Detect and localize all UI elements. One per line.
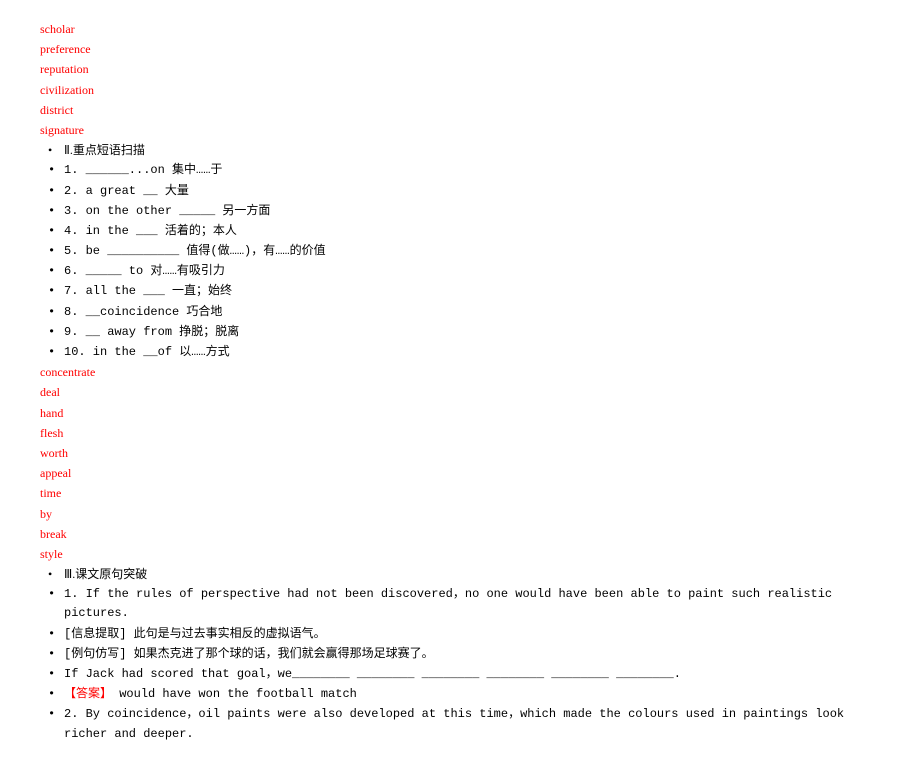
answer-text: would have won the football match — [112, 687, 357, 701]
vocab-word: preference — [40, 40, 880, 59]
phrase-item: 10. in the __of 以……方式 — [40, 343, 880, 362]
vocab-word: appeal — [40, 464, 880, 483]
section-header: Ⅱ.重点短语扫描 — [40, 141, 880, 160]
phrase-item: 6. _____ to 对……有吸引力 — [40, 262, 880, 281]
answer-line: 【答案】 would have won the football match — [40, 685, 880, 704]
vocab-word: deal — [40, 383, 880, 402]
sentence-original: 2. By coincidence，oil paints were also d… — [40, 705, 880, 743]
info-extract: [信息提取] 此句是与过去事实相反的虚拟语气。 — [40, 625, 880, 644]
vocab-word: by — [40, 505, 880, 524]
phrase-item: 1. ______...on 集中……于 — [40, 161, 880, 180]
vocab-word: flesh — [40, 424, 880, 443]
vocab-word: civilization — [40, 81, 880, 100]
vocab-list-2: concentrate deal hand flesh worth appeal… — [40, 363, 880, 564]
example-rewrite: [例句仿写] 如果杰克进了那个球的话，我们就会赢得那场足球赛了。 — [40, 645, 880, 664]
vocab-word: worth — [40, 444, 880, 463]
vocab-word: style — [40, 545, 880, 564]
vocab-word: district — [40, 101, 880, 120]
section-3-list: Ⅲ.课文原句突破 1. If the rules of perspective … — [40, 565, 880, 744]
vocab-word: scholar — [40, 20, 880, 39]
phrase-item: 7. all the ___ 一直；始终 — [40, 282, 880, 301]
section-2-list: Ⅱ.重点短语扫描 1. ______...on 集中……于 2. a great… — [40, 141, 880, 362]
sentence-original: 1. If the rules of perspective had not b… — [40, 585, 880, 623]
phrase-item: 2. a great __ 大量 — [40, 182, 880, 201]
phrase-item: 9. __ away from 挣脱；脱离 — [40, 323, 880, 342]
phrase-item: 3. on the other _____ 另一方面 — [40, 202, 880, 221]
phrase-item: 4. in the ___ 活着的；本人 — [40, 222, 880, 241]
vocab-word: break — [40, 525, 880, 544]
vocab-word: signature — [40, 121, 880, 140]
answer-label: 【答案】 — [64, 687, 112, 701]
fill-blank-sentence: If Jack had scored that goal，we________ … — [40, 665, 880, 684]
vocab-list-1: scholar preference reputation civilizati… — [40, 20, 880, 140]
vocab-word: reputation — [40, 60, 880, 79]
vocab-word: concentrate — [40, 363, 880, 382]
phrase-item: 8. __coincidence 巧合地 — [40, 303, 880, 322]
section-header: Ⅲ.课文原句突破 — [40, 565, 880, 584]
phrase-item: 5. be __________ 值得(做……)，有……的价值 — [40, 242, 880, 261]
vocab-word: hand — [40, 404, 880, 423]
vocab-word: time — [40, 484, 880, 503]
